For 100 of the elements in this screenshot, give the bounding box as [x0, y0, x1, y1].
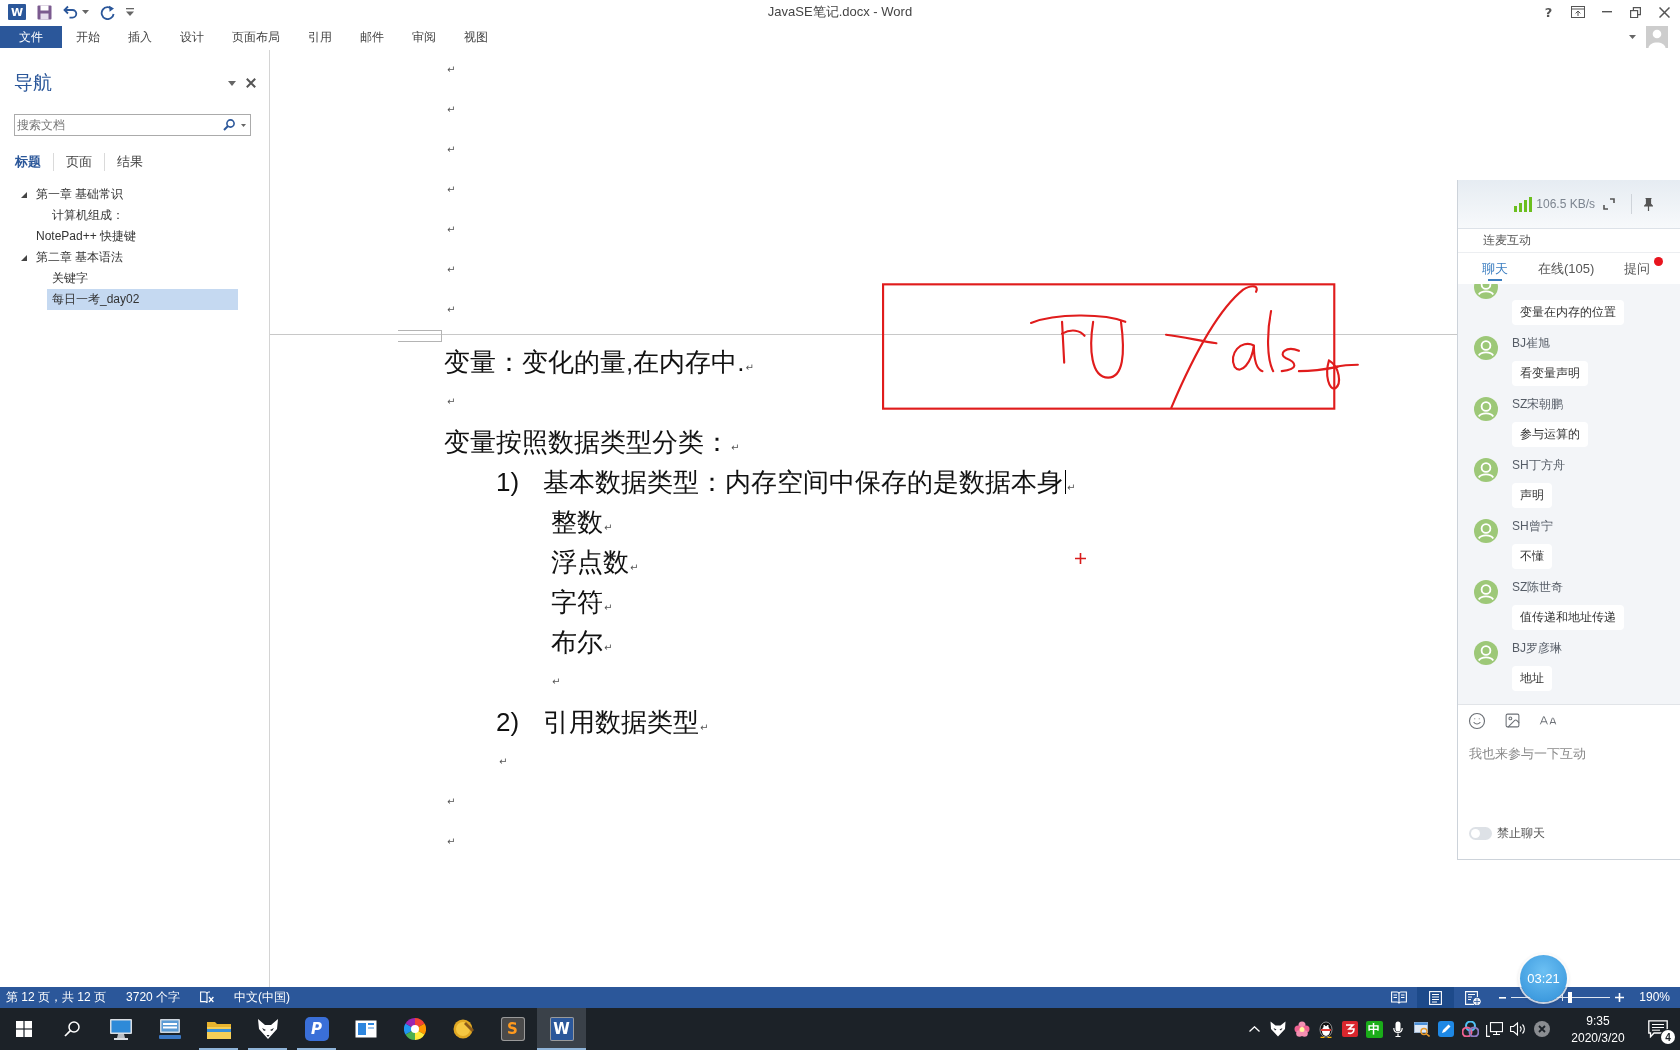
- nav-tab[interactable]: 页面: [53, 153, 104, 171]
- expanded-triangle-icon[interactable]: [21, 254, 27, 261]
- caret-icon[interactable]: [241, 123, 246, 127]
- restore-icon[interactable]: [1630, 6, 1641, 18]
- image-icon[interactable]: [1504, 712, 1521, 729]
- ribbon-tab[interactable]: 插入: [114, 26, 166, 48]
- ribbon-tab[interactable]: 页面布局: [218, 26, 294, 48]
- folder-icon: [206, 1019, 231, 1039]
- windows-logo-icon: [16, 1021, 32, 1037]
- close-circle-icon[interactable]: [1534, 1021, 1550, 1037]
- expand-icon[interactable]: [1603, 198, 1615, 210]
- caret-icon[interactable]: [82, 10, 89, 14]
- nav-tab[interactable]: 结果: [104, 153, 155, 171]
- flower-icon[interactable]: [1294, 1021, 1310, 1037]
- paragraph-mark: ↵: [552, 677, 561, 687]
- caret-icon[interactable]: [1629, 35, 1636, 39]
- computer-icon: [157, 1018, 182, 1040]
- signal-icon: [1514, 196, 1534, 212]
- zoom-out-icon[interactable]: [1499, 996, 1507, 999]
- section-label: 连麦互动: [1458, 229, 1680, 253]
- volume-icon[interactable]: [1509, 1022, 1527, 1036]
- search-icon[interactable]: [223, 119, 235, 131]
- caret-icon[interactable]: [228, 80, 236, 86]
- ribbon-tab[interactable]: 审阅: [398, 26, 450, 48]
- message-bubble: 值传递和地址传递: [1512, 605, 1624, 630]
- paragraph-text: 布尔: [551, 626, 603, 659]
- avatar-icon: [1474, 641, 1498, 665]
- ribbon-tab[interactable]: 开始: [62, 26, 114, 48]
- crop-mark-icon: [398, 330, 442, 342]
- print-layout-button[interactable]: [1417, 987, 1455, 1008]
- ribbon-tab[interactable]: 邮件: [346, 26, 398, 48]
- nav-tab[interactable]: 标题: [14, 153, 53, 171]
- list-number: 2): [496, 706, 521, 739]
- undo-icon[interactable]: [63, 5, 78, 19]
- minimize-icon[interactable]: [1601, 11, 1612, 13]
- paragraph-mark: ↵: [447, 225, 456, 235]
- heading-item[interactable]: 计算机组成：: [47, 205, 238, 226]
- paragraph-mark: ↵: [447, 797, 456, 807]
- zoom-in-icon[interactable]: [1615, 993, 1625, 1002]
- fox-mask-icon: [256, 1018, 279, 1040]
- clock[interactable]: 9:35 2020/3/20: [1564, 1013, 1632, 1045]
- book-icon: [1390, 991, 1407, 1004]
- heading-item[interactable]: 关键字: [47, 268, 238, 289]
- zoom-level[interactable]: 190%: [1639, 987, 1670, 1008]
- fox-mask-icon[interactable]: [1270, 1021, 1286, 1037]
- emoji-icon[interactable]: [1468, 711, 1486, 730]
- save-icon[interactable]: [37, 4, 52, 20]
- close-icon[interactable]: [1659, 6, 1670, 18]
- color-wheel-icon: [403, 1018, 426, 1040]
- paragraph-mark: ↵: [447, 397, 456, 407]
- message-bubble: 声明: [1512, 483, 1552, 508]
- app-logo[interactable]: W: [8, 4, 26, 20]
- paragraph-mark: ↵: [499, 757, 508, 767]
- page-count[interactable]: 第 12 页，共 12 页: [6, 987, 107, 1008]
- app-tile-icon[interactable]: [1342, 1021, 1358, 1037]
- heading-item[interactable]: NotePad++ 快捷键: [14, 226, 257, 247]
- customize-menu-icon[interactable]: [126, 8, 134, 16]
- pen-icon[interactable]: [1438, 1021, 1454, 1037]
- paragraph-mark: ↵: [700, 723, 709, 733]
- zoom-thumb[interactable]: [1567, 992, 1572, 1003]
- paragraph-mark: ↵: [447, 105, 456, 115]
- file-tab[interactable]: 文件: [0, 26, 62, 48]
- ribbon-tab[interactable]: 设计: [166, 26, 218, 48]
- message-bubble: 变量在内存的位置: [1512, 300, 1624, 325]
- mute-switch[interactable]: [1469, 827, 1492, 840]
- expanded-triangle-icon[interactable]: [21, 191, 27, 198]
- page-icon: [1429, 990, 1443, 1005]
- taskbar-button[interactable]: S: [488, 1008, 537, 1050]
- proofing-icon[interactable]: [200, 991, 215, 1004]
- search-field[interactable]: 搜索文档: [14, 114, 251, 136]
- heading-item[interactable]: 第二章 基本语法: [14, 247, 257, 268]
- paragraph-mark: ↵: [447, 837, 456, 847]
- taskbar-button[interactable]: W: [537, 1008, 586, 1050]
- heading-item[interactable]: 每日一考_day02: [47, 289, 238, 310]
- search-icon: [64, 1021, 80, 1037]
- ribbon-tab[interactable]: 引用: [294, 26, 346, 48]
- network-icon[interactable]: [1485, 1021, 1503, 1037]
- paragraph-mark: ↵: [447, 265, 456, 275]
- paragraph-text: 整数: [551, 506, 603, 539]
- chat-input-field[interactable]: 我也来参与一下互动: [1469, 745, 1669, 825]
- close-icon[interactable]: [246, 78, 256, 88]
- window-title: JavaSE笔记.docx - Word: [767, 3, 913, 21]
- paragraph-mark: ↵: [447, 305, 456, 315]
- pin-icon[interactable]: [1644, 197, 1653, 211]
- redo-icon[interactable]: [100, 4, 115, 20]
- microphone-icon[interactable]: [1393, 1021, 1403, 1037]
- help-button[interactable]: ?: [1534, 0, 1563, 24]
- screen-magnifier-icon[interactable]: [1414, 1021, 1430, 1037]
- language-indicator[interactable]: 中文(中国): [234, 987, 291, 1008]
- paragraph-text: 变量：变化的量,在内存中.: [444, 346, 745, 379]
- sender-name: SH丁方舟: [1512, 457, 1566, 474]
- word-count[interactable]: 3720 个字: [126, 987, 181, 1008]
- ribbon-tab[interactable]: 视图: [450, 26, 502, 48]
- penguin-icon[interactable]: [1319, 1020, 1333, 1038]
- chat-tab[interactable]: 在线(105): [1538, 253, 1595, 284]
- circles-icon[interactable]: [1461, 1021, 1479, 1037]
- chat-tab[interactable]: 提问: [1624, 253, 1664, 284]
- ribbon-display-icon[interactable]: [1570, 6, 1585, 18]
- heading-item[interactable]: 第一章 基础常识: [14, 184, 257, 205]
- chevron-up-icon[interactable]: [1248, 1026, 1260, 1032]
